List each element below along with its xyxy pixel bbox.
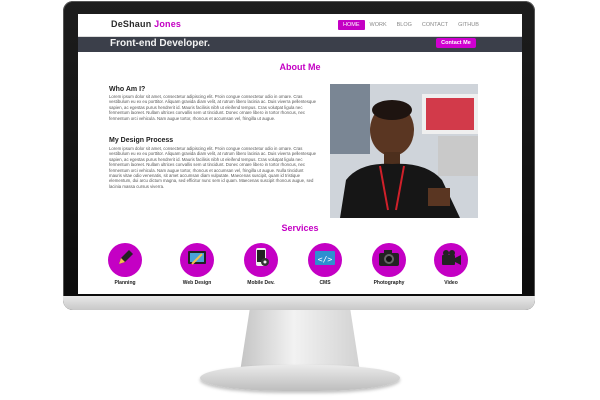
svg-text:</>: </> [318,255,333,264]
service-photography-circle [372,243,406,277]
service-label: Web Design [182,280,212,286]
mobile-icon [251,247,271,274]
monitor-stand [240,310,360,372]
nav-contact[interactable]: CONTACT [417,20,453,30]
service-label: Mobile Dev. [247,280,275,286]
tablet-icon [186,248,208,273]
service-label: CMS [319,280,331,286]
about-title: About Me [279,62,321,72]
camera-icon [378,249,400,272]
service-web-design-circle [180,243,214,277]
service-photography[interactable]: Photography [364,243,414,286]
service-label: Planning [114,280,136,286]
nav-blog[interactable]: BLOG [392,20,417,30]
service-mobile-dev-circle [244,243,278,277]
service-planning[interactable]: Planning [100,243,150,286]
design-process-heading: My Design Process [109,137,174,144]
monitor-chin [63,296,535,310]
service-web-design[interactable]: Web Design [172,243,222,286]
service-mobile-dev[interactable]: Mobile Dev. [236,243,286,286]
service-cms[interactable]: </> CMS [300,243,350,286]
site-logo[interactable]: DeShaun Jones [111,19,181,29]
services-title: Services [281,223,319,233]
design-process-text: Lorem ipsum dolor sit amet, consectetur … [109,146,317,189]
service-video[interactable]: Video [426,243,476,286]
service-planning-circle [108,243,142,277]
nav-work[interactable]: WORK [365,20,392,30]
main-nav: HOME WORK BLOG CONTACT GITHUB [338,20,484,30]
nav-home[interactable]: HOME [338,20,365,30]
who-am-i-text: Lorem ipsum dolor sit amet, consectetur … [109,94,317,121]
website-screen: DeShaun Jones HOME WORK BLOG CONTACT GIT… [78,14,522,294]
site-header: DeShaun Jones HOME WORK BLOG CONTACT GIT… [78,14,522,52]
logo-first-name: DeShaun [111,19,152,29]
service-label: Video [444,280,458,286]
who-am-i-heading: Who Am I? [109,86,146,93]
monitor-base [200,365,400,391]
hero-tagline: Front-end Developer. [110,38,211,49]
nav-github[interactable]: GITHUB [453,20,484,30]
service-cms-circle: </> [308,243,342,277]
service-label: Photography [373,280,405,286]
logo-last-name: Jones [154,19,182,29]
code-icon: </> [314,249,336,272]
top-nav-bar: DeShaun Jones HOME WORK BLOG CONTACT GIT… [78,14,522,37]
profile-photo [330,84,478,218]
video-camera-icon [440,249,462,272]
service-video-circle [434,243,468,277]
contact-me-button[interactable]: Contact Me [436,38,476,48]
pencil-icon [115,248,135,273]
